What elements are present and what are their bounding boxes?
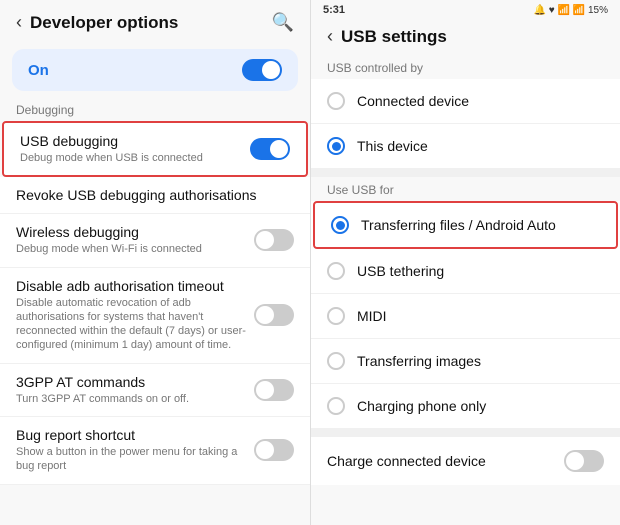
on-label: On <box>28 62 49 79</box>
disable-adb-text: Disable adb authorisation timeout Disabl… <box>16 278 254 353</box>
status-time: 5:31 <box>323 4 345 16</box>
left-panel: ‹ Developer options 🔍 On Debugging USB d… <box>0 0 310 525</box>
radio-usb-tethering[interactable]: USB tethering <box>311 249 620 294</box>
left-header-left: ‹ Developer options <box>16 12 178 33</box>
disable-adb-item[interactable]: Disable adb authorisation timeout Disabl… <box>0 268 310 364</box>
radio-transferring-images-label: Transferring images <box>357 353 481 369</box>
on-toggle-row[interactable]: On <box>12 49 298 91</box>
radio-usb-tethering-label: USB tethering <box>357 263 444 279</box>
radio-this-device-label: This device <box>357 138 428 154</box>
wireless-debugging-text: Wireless debugging Debug mode when Wi-Fi… <box>16 224 254 256</box>
radio-midi-circle[interactable] <box>327 307 345 325</box>
settings-list: USB debugging Debug mode when USB is con… <box>0 121 310 525</box>
3gpp-toggle[interactable] <box>254 379 294 401</box>
controlled-by-group: Connected device This device <box>311 79 620 169</box>
disable-adb-subtitle: Disable automatic revocation of adb auth… <box>16 296 254 353</box>
radio-charging-only-label: Charging phone only <box>357 398 486 414</box>
charge-connected-toggle[interactable] <box>564 450 604 472</box>
usb-debugging-item[interactable]: USB debugging Debug mode when USB is con… <box>2 121 308 177</box>
left-header: ‹ Developer options 🔍 <box>0 0 310 45</box>
revoke-usb-text: Revoke USB debugging authorisations <box>16 187 294 203</box>
radio-usb-tethering-circle[interactable] <box>327 262 345 280</box>
3gpp-title: 3GPP AT commands <box>16 374 254 390</box>
search-icon[interactable]: 🔍 <box>272 12 294 33</box>
right-header: ‹ USB settings <box>311 18 620 55</box>
revoke-usb-title: Revoke USB debugging authorisations <box>16 187 294 203</box>
debugging-section-label: Debugging <box>0 99 310 121</box>
on-toggle-thumb <box>262 61 280 79</box>
usb-debugging-subtitle: Debug mode when USB is connected <box>20 151 250 165</box>
right-panel: 5:31 🔔 ♥ 📶 📶 15% ‹ USB settings USB cont… <box>310 0 620 525</box>
on-toggle[interactable] <box>242 59 282 81</box>
disable-adb-toggle-thumb <box>256 306 274 324</box>
wireless-debugging-toggle-thumb <box>256 231 274 249</box>
disable-adb-toggle[interactable] <box>254 304 294 326</box>
bug-report-toggle[interactable] <box>254 439 294 461</box>
bug-report-subtitle: Show a button in the power menu for taki… <box>16 445 254 474</box>
radio-connected-device-label: Connected device <box>357 93 469 109</box>
radio-this-device-circle[interactable] <box>327 137 345 155</box>
radio-midi[interactable]: MIDI <box>311 294 620 339</box>
wireless-debugging-title: Wireless debugging <box>16 224 254 240</box>
radio-transferring-files[interactable]: Transferring files / Android Auto <box>313 201 618 249</box>
divider-2 <box>311 429 620 437</box>
usb-debugging-toggle[interactable] <box>250 138 290 160</box>
radio-transferring-images-circle[interactable] <box>327 352 345 370</box>
divider-1 <box>311 169 620 177</box>
status-icons: 🔔 ♥ 📶 📶 15% <box>534 5 608 16</box>
radio-this-device[interactable]: This device <box>311 124 620 169</box>
bug-report-toggle-thumb <box>256 441 274 459</box>
charge-connected-toggle-thumb <box>566 452 584 470</box>
radio-connected-device-circle[interactable] <box>327 92 345 110</box>
radio-transferring-files-label: Transferring files / Android Auto <box>361 217 556 233</box>
disable-adb-title: Disable adb authorisation timeout <box>16 278 254 294</box>
radio-transferring-images[interactable]: Transferring images <box>311 339 620 384</box>
back-icon[interactable]: ‹ <box>16 12 22 33</box>
radio-transferring-files-inner <box>336 221 345 230</box>
status-bar: 5:31 🔔 ♥ 📶 📶 15% <box>311 0 620 18</box>
revoke-usb-item[interactable]: Revoke USB debugging authorisations <box>0 177 310 214</box>
right-page-title: USB settings <box>341 27 447 47</box>
use-usb-group: Transferring files / Android Auto USB te… <box>311 201 620 429</box>
wireless-debugging-subtitle: Debug mode when Wi-Fi is connected <box>16 242 254 256</box>
radio-transferring-files-circle[interactable] <box>331 216 349 234</box>
bug-report-title: Bug report shortcut <box>16 427 254 443</box>
3gpp-toggle-thumb <box>256 381 274 399</box>
radio-charging-only-circle[interactable] <box>327 397 345 415</box>
usb-debugging-title: USB debugging <box>20 133 250 149</box>
usb-debugging-text: USB debugging Debug mode when USB is con… <box>20 133 250 165</box>
radio-midi-label: MIDI <box>357 308 387 324</box>
usb-debugging-toggle-thumb <box>270 140 288 158</box>
wireless-debugging-toggle[interactable] <box>254 229 294 251</box>
radio-charging-only[interactable]: Charging phone only <box>311 384 620 429</box>
3gpp-item[interactable]: 3GPP AT commands Turn 3GPP AT commands o… <box>0 364 310 417</box>
charge-connected-row[interactable]: Charge connected device <box>311 437 620 485</box>
right-back-icon[interactable]: ‹ <box>327 26 333 47</box>
wireless-debugging-item[interactable]: Wireless debugging Debug mode when Wi-Fi… <box>0 214 310 267</box>
3gpp-text: 3GPP AT commands Turn 3GPP AT commands o… <box>16 374 254 406</box>
bug-report-item[interactable]: Bug report shortcut Show a button in the… <box>0 417 310 485</box>
charge-connected-label: Charge connected device <box>327 453 486 469</box>
controlled-by-label: USB controlled by <box>311 55 620 79</box>
page-title: Developer options <box>30 13 178 33</box>
radio-this-device-inner <box>332 142 341 151</box>
use-usb-label: Use USB for <box>311 177 620 201</box>
radio-connected-device[interactable]: Connected device <box>311 79 620 124</box>
bug-report-text: Bug report shortcut Show a button in the… <box>16 427 254 474</box>
3gpp-subtitle: Turn 3GPP AT commands on or off. <box>16 392 254 406</box>
